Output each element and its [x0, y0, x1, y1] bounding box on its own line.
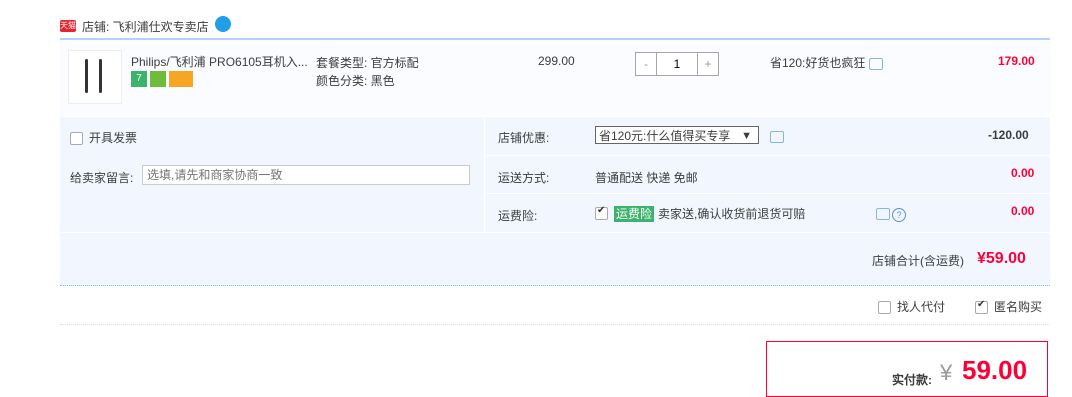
shipping-method: 普通配送 快递 免邮 [595, 171, 698, 185]
service-badges: 7 [131, 71, 193, 87]
insurance-checkbox [595, 205, 608, 220]
sku-package-type: 套餐类型: 官方标配 [316, 56, 419, 70]
quantity-stepper: - + [635, 52, 719, 76]
divider [485, 193, 1050, 194]
shop-total-label: 店铺合计(含运费) [872, 254, 964, 268]
currency-symbol: ¥ [940, 360, 953, 385]
pay-label: 实付款: [892, 373, 932, 387]
shipping-label: 运送方式: [498, 171, 550, 185]
product-thumbnail[interactable] [68, 50, 122, 104]
discount-label: 店铺优惠: [498, 131, 550, 145]
invoice-option[interactable]: 开具发票 [70, 129, 137, 146]
shipping-price: 0.00 [1011, 166, 1035, 180]
divider [60, 232, 1050, 233]
tmall-badge-icon: 天猫 [60, 20, 76, 32]
qty-input[interactable] [656, 53, 698, 75]
dropdown-arrow-icon: ▼ [741, 130, 752, 142]
insurance-option: 运费险 卖家送,确认收货前退货可赔 [595, 205, 805, 222]
order-item-row [60, 40, 1050, 116]
shop-name[interactable]: 店铺: 飞利浦仕欢专卖店 [82, 18, 209, 35]
insurance-price: 0.00 [1011, 204, 1035, 218]
find-payer-checkbox[interactable] [878, 301, 891, 315]
qty-minus-button[interactable]: - [636, 53, 656, 75]
credit-card-icon[interactable] [169, 71, 193, 87]
invoice-label: 开具发票 [89, 131, 138, 145]
product-title[interactable]: Philips/飞利浦 PRO6105耳机入... [131, 53, 311, 70]
sku-color: 颜色分类: 黑色 [316, 74, 395, 88]
insurance-icons: ? [876, 208, 906, 222]
wangwang-chat-icon[interactable] [214, 16, 231, 32]
comment-icon[interactable] [876, 208, 890, 220]
divider [60, 324, 1050, 325]
seller-message-input[interactable] [142, 165, 470, 185]
item-subtotal: 179.00 [998, 54, 1035, 68]
discount-amount: -120.00 [988, 128, 1029, 142]
qty-plus-button[interactable]: + [698, 53, 718, 75]
divider [484, 117, 485, 232]
shop-total-value: ¥59.00 [977, 250, 1026, 267]
anonymous-checkbox[interactable] [975, 299, 988, 315]
comment-icon[interactable] [869, 57, 884, 70]
earphone-image [99, 59, 102, 93]
insurance-description: 卖家送,确认收货前退货可赔 [658, 207, 806, 221]
shop-header: 天猫 店铺: 飞利浦仕欢专卖店 [60, 14, 231, 38]
discount-select[interactable]: 省120元:什么值得买专享 ▼ [595, 126, 759, 144]
promotion-text: 省120:好货也疯狂 [770, 56, 866, 70]
insurance-tag: 运费险 [614, 205, 655, 222]
insurance-label: 运费险: [498, 209, 538, 223]
pay-amount: 59.00 [962, 355, 1028, 385]
seven-day-return-icon[interactable]: 7 [131, 71, 147, 87]
anonymous-label: 匿名购买 [994, 300, 1043, 314]
authentic-guarantee-icon[interactable] [150, 71, 166, 87]
anonymous-purchase-option[interactable]: 匿名购买 [975, 298, 1042, 315]
message-label: 给卖家留言: [70, 171, 134, 185]
help-icon[interactable]: ? [892, 208, 906, 222]
earphone-image [85, 59, 88, 93]
comment-icon[interactable] [770, 131, 784, 143]
discount-selected-value: 省120元:什么值得买专享 [599, 129, 731, 143]
promotion-info: 省120:好货也疯狂 [770, 54, 884, 71]
find-payer-option[interactable]: 找人代付 [878, 298, 945, 315]
divider [485, 155, 1050, 156]
unit-price: 299.00 [538, 54, 575, 68]
find-payer-label: 找人代付 [897, 300, 946, 314]
invoice-checkbox[interactable] [70, 132, 83, 146]
